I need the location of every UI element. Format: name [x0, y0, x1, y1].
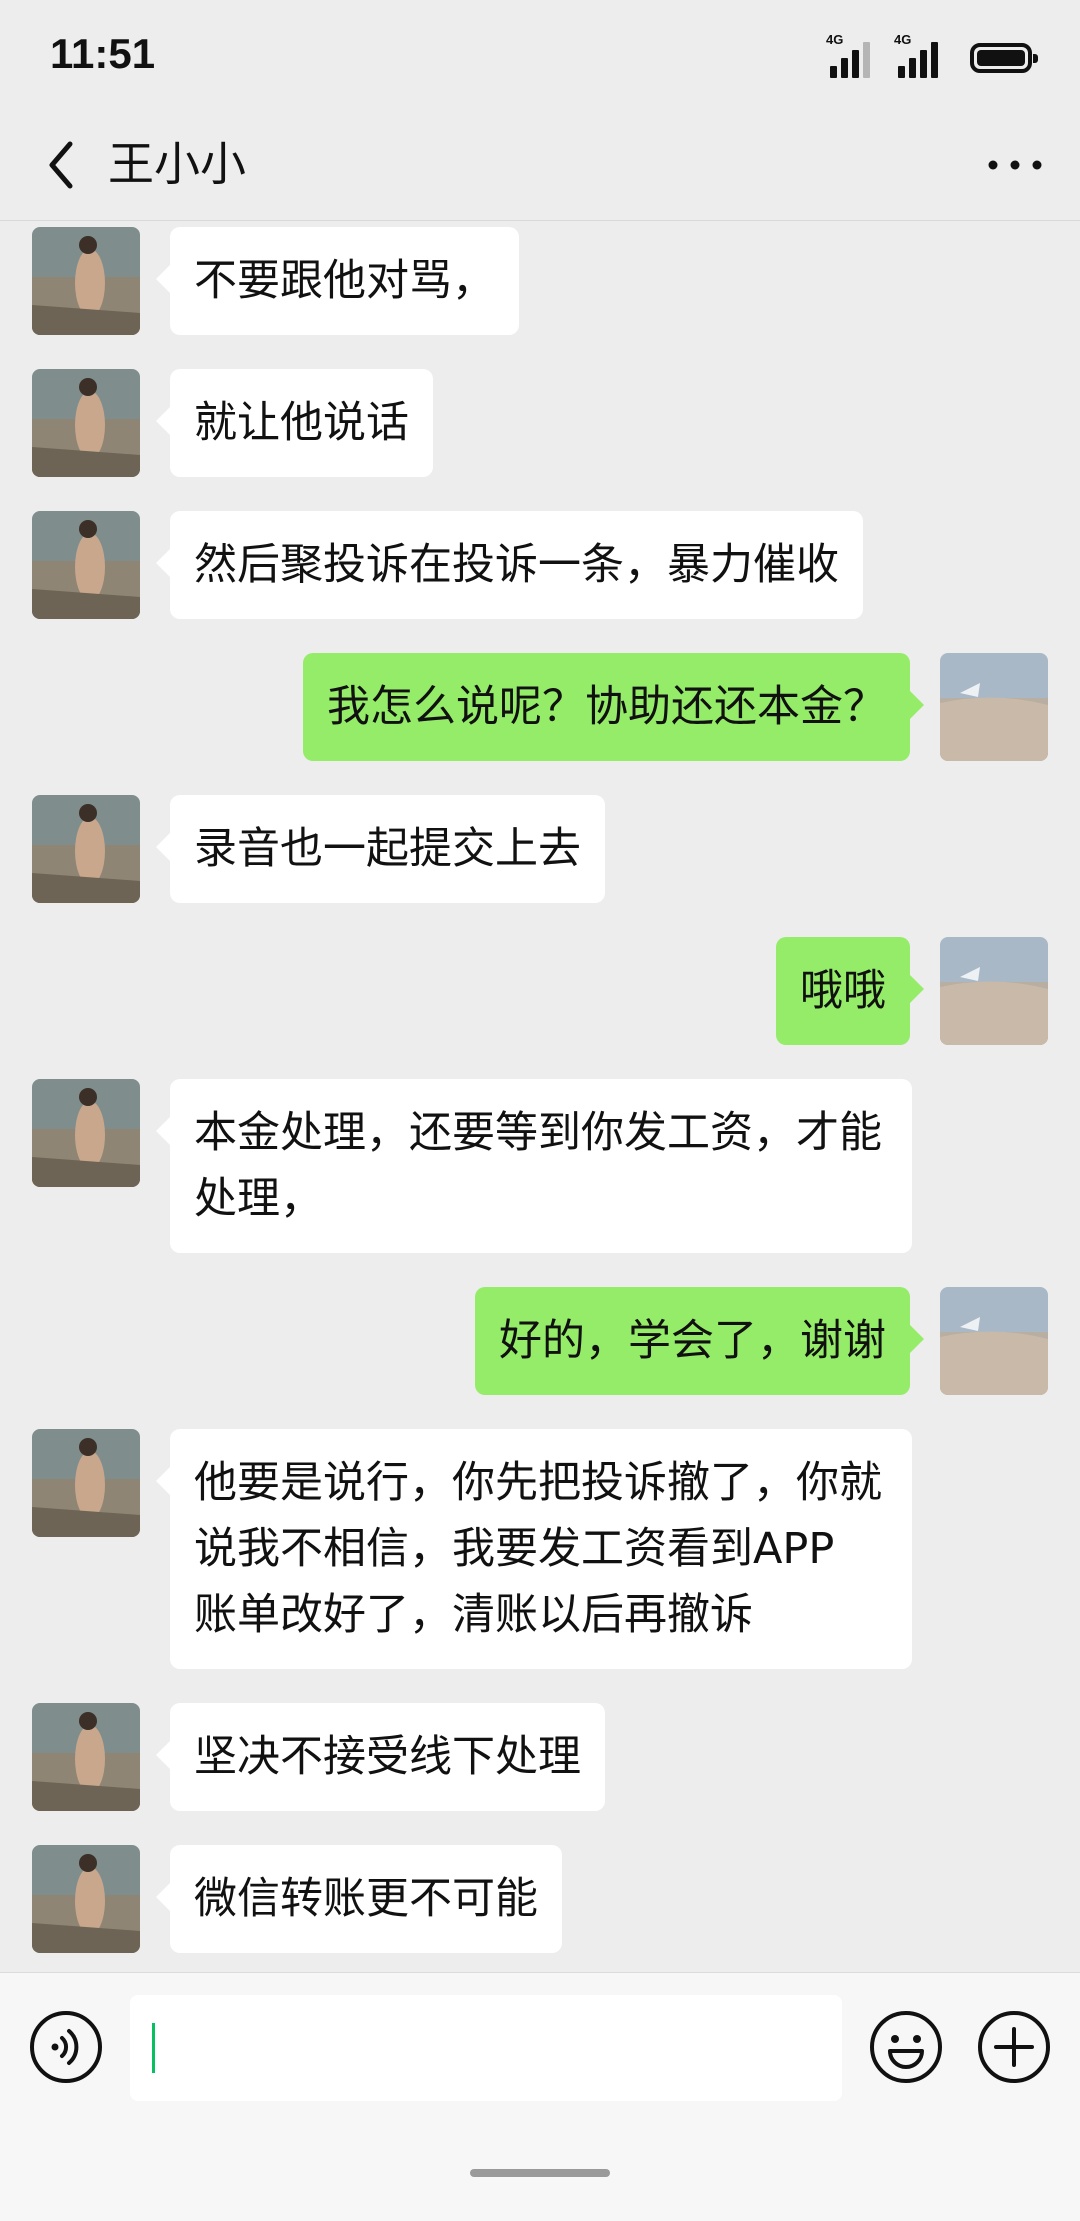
contact-avatar[interactable] [32, 1703, 140, 1811]
battery-icon [970, 43, 1038, 73]
input-bar [0, 1972, 1080, 2221]
message-bubble-incoming[interactable]: 他要是说行，你先把投诉撤了，你就说我不相信，我要发工资看到APP 账单改好了，清… [156, 1429, 912, 1669]
contact-avatar[interactable] [32, 369, 140, 477]
network-type-label: 4G [894, 32, 912, 47]
contact-avatar-image [32, 1845, 140, 1953]
self-avatar-image [940, 1287, 1048, 1395]
message-bubble-outgoing[interactable]: 好的，学会了，谢谢 [475, 1287, 924, 1395]
voice-button[interactable] [28, 2009, 104, 2085]
contact-avatar[interactable] [32, 795, 140, 903]
chat-title: 王小小 [108, 137, 246, 191]
contact-avatar[interactable] [32, 1079, 140, 1187]
contact-avatar-image [32, 511, 140, 619]
contact-avatar-image [32, 369, 140, 477]
message-input[interactable] [130, 1995, 842, 2101]
contact-avatar-image [32, 1079, 140, 1187]
message-bubble-incoming[interactable]: 就让他说话 [156, 369, 433, 477]
message-bubble-incoming[interactable]: 微信转账更不可能 [156, 1845, 562, 1953]
contact-avatar[interactable] [32, 1429, 140, 1537]
message-bubble-outgoing[interactable]: 我怎么说呢？协助还还本金？ [303, 653, 924, 761]
status-bar: 11:51 4G 4G [0, 0, 1080, 110]
voice-icon [30, 2011, 102, 2083]
signal-icon: 4G [894, 32, 944, 78]
message-bubble-incoming[interactable]: 录音也一起提交上去 [156, 795, 605, 903]
chevron-left-icon [49, 141, 73, 189]
contact-avatar[interactable] [32, 511, 140, 619]
emoji-icon [870, 2011, 942, 2083]
message-list[interactable]: 不要跟他对骂， 就让他说话 然后聚投诉在投诉一条，暴力催收 我怎么说呢？协助还还… [0, 221, 1080, 1971]
self-avatar-image [940, 653, 1048, 761]
contact-avatar[interactable] [32, 227, 140, 335]
more-button[interactable] [980, 130, 1050, 200]
status-time: 11:51 [50, 30, 156, 77]
message-bubble-incoming[interactable]: 坚决不接受线下处理 [156, 1703, 605, 1811]
contact-avatar-image [32, 1429, 140, 1537]
contact-avatar-image [32, 795, 140, 903]
contact-avatar[interactable] [32, 1845, 140, 1953]
plus-icon [978, 2011, 1050, 2083]
home-indicator[interactable] [470, 2169, 610, 2177]
contact-avatar-image [32, 1703, 140, 1811]
emoji-button[interactable] [868, 2009, 944, 2085]
self-avatar[interactable] [940, 1287, 1048, 1395]
more-functions-button[interactable] [976, 2009, 1052, 2085]
self-avatar[interactable] [940, 653, 1048, 761]
status-icons: 4G 4G [826, 32, 1038, 80]
more-dots-icon [988, 160, 1042, 170]
contact-avatar-image [32, 227, 140, 335]
message-bubble-incoming[interactable]: 本金处理，还要等到你发工资，才能处理， [156, 1079, 912, 1253]
self-avatar[interactable] [940, 937, 1048, 1045]
signal-icon: 4G [826, 32, 876, 78]
chat-header: 王小小 [0, 110, 1080, 221]
text-caret [152, 2023, 155, 2073]
message-bubble-outgoing[interactable]: 哦哦 [776, 937, 924, 1045]
back-button[interactable] [30, 130, 100, 200]
message-bubble-incoming[interactable]: 不要跟他对骂， [156, 227, 519, 335]
message-bubble-incoming[interactable]: 然后聚投诉在投诉一条，暴力催收 [156, 511, 863, 619]
network-type-label: 4G [826, 32, 844, 47]
self-avatar-image [940, 937, 1048, 1045]
